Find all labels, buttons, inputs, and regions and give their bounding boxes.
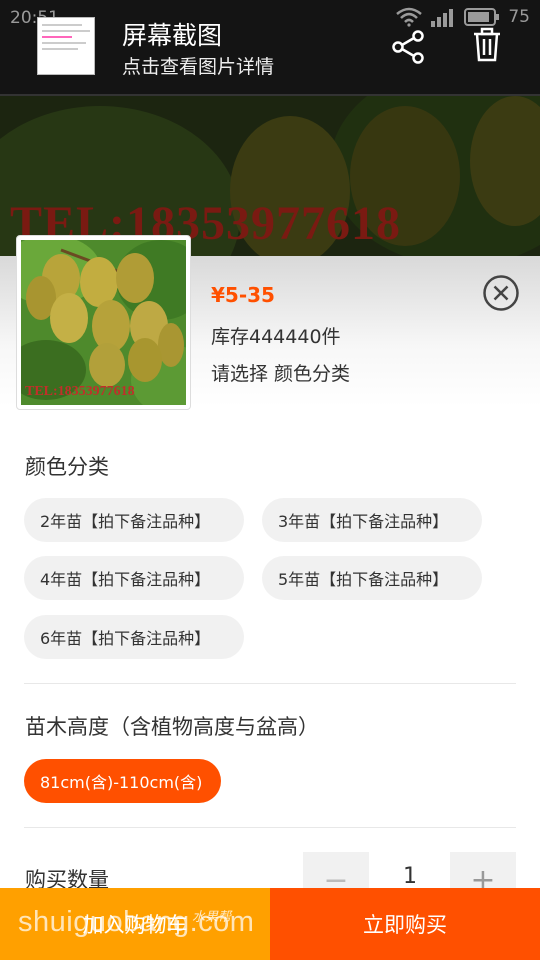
site-watermark-cn: 水果帮 (192, 909, 232, 924)
status-icons: 75 (396, 7, 530, 27)
color-option-5yr[interactable]: 5年苗【拍下备注品种】 (262, 556, 482, 600)
section-divider (24, 683, 516, 684)
selection-hint: 请选择 颜色分类 (211, 363, 351, 385)
screenshot-thumbnail[interactable] (37, 17, 95, 75)
color-option-2yr[interactable]: 2年苗【拍下备注品种】 (24, 498, 244, 542)
delete-button[interactable] (468, 26, 506, 64)
color-option-3yr[interactable]: 3年苗【拍下备注品种】 (262, 498, 482, 542)
quantity-value[interactable]: 1 (380, 864, 440, 889)
trash-icon (474, 27, 500, 62)
image-viewer-header: 20:51 75 屏幕截图 点击查看图片详情 (0, 0, 540, 96)
close-button[interactable] (482, 274, 520, 312)
close-circle-icon (483, 275, 519, 311)
height-option-81-110[interactable]: 81cm(含)-110cm(含) (24, 759, 221, 803)
buy-now-button[interactable]: 立即购买 (270, 888, 540, 960)
kiwi-photo (21, 240, 186, 405)
battery-icon (464, 8, 500, 26)
color-option-4yr[interactable]: 4年苗【拍下备注品种】 (24, 556, 244, 600)
price-range: ¥5-35 (211, 283, 275, 307)
stock-count: 库存444440件 (211, 326, 341, 348)
viewer-title: 屏幕截图 (122, 21, 223, 50)
section-divider (24, 827, 516, 828)
battery-level: 75 (508, 7, 530, 27)
signal-icon (431, 9, 454, 27)
color-option-6yr[interactable]: 6年苗【拍下备注品种】 (24, 615, 244, 659)
background-product-photo: TEL:18353977618 (0, 96, 540, 256)
product-image[interactable]: TEL:18353977618 (16, 235, 191, 410)
product-image-watermark: TEL:18353977618 (25, 384, 135, 399)
color-section-title: 颜色分类 (25, 455, 109, 479)
buy-now-label: 立即购买 (363, 913, 447, 937)
share-icon (392, 30, 424, 64)
header-divider (0, 94, 540, 96)
wifi-icon (396, 7, 423, 27)
viewer-subtitle[interactable]: 点击查看图片详情 (122, 52, 274, 79)
share-button[interactable] (390, 28, 428, 66)
height-section-title: 苗木高度（含植物高度与盆高） (25, 715, 319, 739)
